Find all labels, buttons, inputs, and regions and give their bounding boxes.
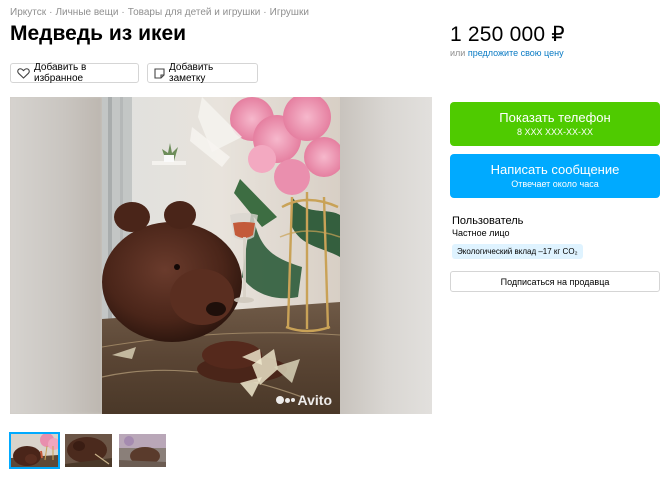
add-to-favorites-label: Добавить в избранное (34, 62, 87, 84)
thumbnail-strip (9, 432, 168, 469)
price-offer-prefix: или (450, 48, 466, 58)
thumbnail-1[interactable] (9, 432, 60, 469)
price-offer-line: или предложите свою цену (450, 48, 564, 58)
note-icon (154, 67, 165, 79)
avito-watermark: Avito (275, 392, 332, 408)
show-phone-button[interactable]: Показать телефон 8 XXX XXX-XX-XX (450, 102, 660, 146)
write-message-label: Написать сообщение (490, 162, 620, 177)
breadcrumb-item-city[interactable]: Иркутск (10, 7, 46, 18)
write-message-button[interactable]: Написать сообщение Отвечает около часа (450, 154, 660, 198)
avito-logo-icon (275, 396, 295, 404)
breadcrumb: Иркутск · Личные вещи · Товары для детей и и… (10, 7, 309, 18)
main-photo[interactable]: Avito (102, 97, 340, 414)
gallery-blur-right (340, 97, 432, 414)
add-note-label: Добавить заметку (169, 62, 214, 84)
show-phone-label: Показать телефон (499, 110, 611, 125)
breadcrumb-separator: · (263, 7, 267, 18)
masked-phone-number: 8 XXX XXX-XX-XX (516, 127, 594, 137)
seller-name[interactable]: Пользователь (452, 215, 523, 227)
thumbnail-2[interactable] (63, 432, 114, 469)
seller-type: Частное лицо (452, 228, 510, 238)
breadcrumb-item-kids-goods[interactable]: Товары для детей и игрушки (128, 7, 261, 18)
breadcrumb-separator: · (49, 7, 53, 18)
breadcrumb-item-personal[interactable]: Личные вещи (55, 7, 118, 18)
response-time: Отвечает около часа (511, 179, 599, 189)
price-offer-link[interactable]: предложите свою цену (468, 48, 564, 58)
watermark-text: Avito (297, 392, 332, 408)
breadcrumb-item-toys[interactable]: Игрушки (270, 7, 309, 18)
breadcrumb-separator: · (121, 7, 125, 18)
gallery-blur-left (10, 97, 102, 414)
price: 1 250 000 ₽ (450, 23, 565, 46)
page-title: Медведь из икеи (10, 22, 187, 45)
photo-gallery[interactable]: Avito (10, 97, 432, 414)
subscribe-seller-button[interactable]: Подписаться на продавца (450, 271, 660, 292)
eco-contribution-badge[interactable]: Экологический вклад –17 кг CO₂ (452, 244, 583, 259)
thumbnail-3[interactable] (117, 432, 168, 469)
add-note-button[interactable]: Добавить заметку (147, 62, 258, 84)
heart-icon (17, 67, 30, 79)
seller-info: Пользователь Частное лицо (452, 215, 523, 238)
add-to-favorites-button[interactable]: Добавить в избранное (10, 62, 139, 84)
